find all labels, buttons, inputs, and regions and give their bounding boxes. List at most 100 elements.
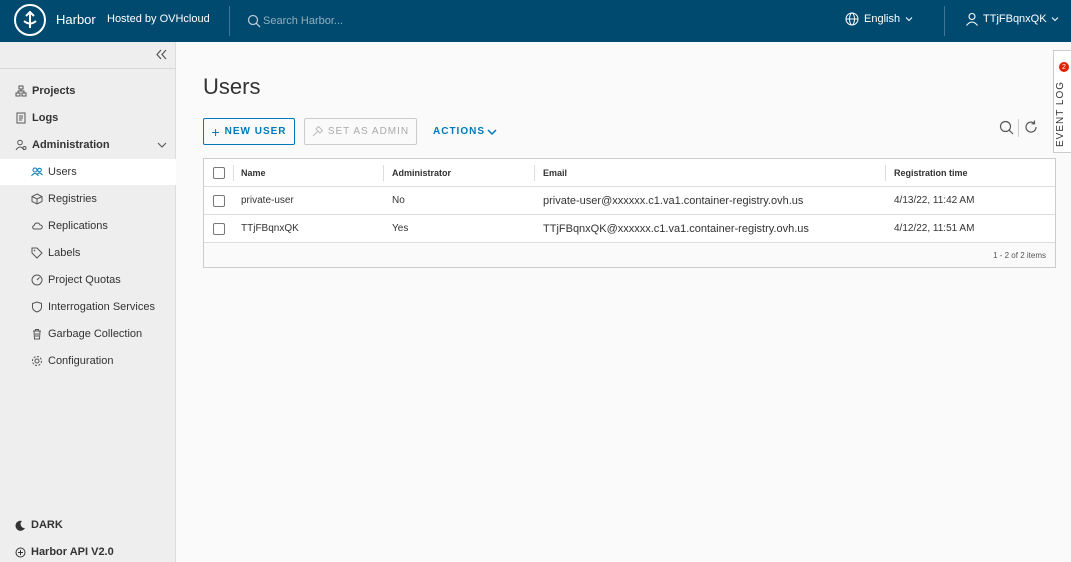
refresh-button[interactable] bbox=[1024, 120, 1038, 139]
cell-name: private-user bbox=[241, 195, 294, 206]
projects-icon bbox=[15, 85, 27, 97]
brand-name[interactable]: Harbor bbox=[56, 12, 96, 27]
column-header-name[interactable]: Name bbox=[241, 159, 266, 186]
search-input[interactable] bbox=[263, 15, 433, 27]
datagrid-footer: 1 - 2 of 2 items bbox=[204, 243, 1055, 267]
sidebar-item-administration[interactable]: Administration bbox=[0, 132, 176, 158]
sidebar-item-registries[interactable]: Registries bbox=[0, 186, 176, 212]
tag-icon bbox=[31, 247, 43, 259]
select-all-checkbox[interactable] bbox=[213, 159, 225, 186]
hammer-icon bbox=[312, 126, 323, 137]
set-as-admin-button[interactable]: SET AS ADMIN bbox=[304, 118, 417, 145]
collapse-sidebar-button[interactable] bbox=[156, 48, 167, 63]
sidebar-divider bbox=[0, 68, 176, 69]
search-icon bbox=[247, 14, 261, 28]
sidebar-item-label: Interrogation Services bbox=[48, 301, 155, 313]
new-user-label: NEW USER bbox=[224, 126, 287, 137]
sidebar-item-label: Configuration bbox=[48, 355, 114, 367]
table-row[interactable]: private-user No private-user@xxxxxx.c1.v… bbox=[204, 187, 1055, 215]
brand-subtitle: Hosted by OVHcloud bbox=[107, 13, 210, 25]
sidebar-item-label: Registries bbox=[48, 193, 97, 205]
sidebar-item-label: Replications bbox=[48, 220, 108, 232]
globe-icon bbox=[845, 12, 859, 26]
gear-icon bbox=[31, 355, 43, 367]
harbor-logo-icon bbox=[23, 10, 37, 28]
toolbar-divider bbox=[1018, 119, 1019, 137]
cell-name: TTjFBqnxQK bbox=[241, 223, 299, 234]
sidebar-item-configuration[interactable]: Configuration bbox=[0, 348, 176, 374]
double-chevron-left-icon bbox=[156, 49, 167, 60]
column-header-registration-time[interactable]: Registration time bbox=[894, 159, 968, 186]
sidebar-item-replications[interactable]: Replications bbox=[0, 213, 176, 239]
user-menu[interactable]: TTjFBqnxQK bbox=[965, 12, 1059, 26]
chevron-down-icon bbox=[487, 128, 497, 135]
language-selector[interactable]: English bbox=[845, 12, 913, 26]
chevron-down-icon bbox=[1051, 17, 1058, 22]
sidebar-item-label: Administration bbox=[32, 139, 110, 151]
header-divider bbox=[229, 6, 230, 36]
cloud-icon bbox=[31, 220, 43, 232]
api-icon bbox=[15, 547, 26, 557]
cell-registration-time: 4/13/22, 11:42 AM bbox=[894, 195, 975, 206]
event-count-badge: 2 bbox=[1059, 62, 1069, 72]
sidebar-item-logs[interactable]: Logs bbox=[0, 105, 176, 131]
page-title: Users bbox=[203, 74, 261, 99]
row-checkbox[interactable] bbox=[213, 215, 225, 242]
column-header-email[interactable]: Email bbox=[543, 159, 567, 186]
global-search[interactable] bbox=[247, 11, 447, 31]
cell-email: private-user@xxxxxx.c1.va1.container-reg… bbox=[543, 194, 804, 207]
users-datagrid: Name Administrator Email Registration ti… bbox=[203, 158, 1056, 268]
sidebar-item-label: Garbage Collection bbox=[48, 328, 143, 340]
actions-dropdown[interactable]: ACTIONS bbox=[430, 118, 500, 145]
column-divider bbox=[534, 165, 535, 181]
cell-administrator: Yes bbox=[392, 223, 409, 234]
sidebar-item-label: Users bbox=[48, 166, 77, 178]
dark-mode-toggle[interactable]: DARK bbox=[15, 519, 63, 531]
chevron-down-icon bbox=[157, 142, 167, 148]
cell-registration-time: 4/12/22, 11:51 AM bbox=[894, 223, 975, 234]
cell-email: TTjFBqnxQK@xxxxxx.c1.va1.container-regis… bbox=[543, 222, 809, 235]
actions-label: ACTIONS bbox=[433, 126, 485, 137]
dashboard-icon bbox=[31, 274, 43, 286]
sidebar-item-project-quotas[interactable]: Project Quotas bbox=[0, 267, 176, 293]
sidebar-item-projects[interactable]: Projects bbox=[0, 78, 176, 104]
table-header-row: Name Administrator Email Registration ti… bbox=[204, 159, 1055, 187]
sidebar-item-labels[interactable]: Labels bbox=[0, 240, 176, 266]
username-label: TTjFBqnxQK bbox=[983, 13, 1047, 25]
users-icon bbox=[31, 166, 43, 178]
sidebar-item-users[interactable]: Users bbox=[0, 159, 176, 185]
plus-icon: + bbox=[211, 123, 220, 140]
dark-mode-label: DARK bbox=[31, 519, 63, 531]
sidebar-item-garbage-collection[interactable]: Garbage Collection bbox=[0, 321, 176, 347]
table-row[interactable]: TTjFBqnxQK Yes TTjFBqnxQK@xxxxxx.c1.va1.… bbox=[204, 215, 1055, 243]
grid-search-button[interactable] bbox=[999, 120, 1014, 140]
moon-icon bbox=[15, 520, 25, 531]
sidebar-item-label: Project Quotas bbox=[48, 274, 121, 286]
shield-icon bbox=[31, 301, 43, 313]
harbor-logo[interactable] bbox=[14, 4, 46, 36]
event-log-tab[interactable]: 2 EVENT LOG bbox=[1053, 50, 1071, 153]
sidebar-item-interrogation-services[interactable]: Interrogation Services bbox=[0, 294, 176, 320]
app-header: Harbor Hosted by OVHcloud English TTjFBq… bbox=[0, 0, 1071, 42]
sidebar-item-label: Projects bbox=[32, 85, 76, 97]
new-user-button[interactable]: + NEW USER bbox=[203, 118, 295, 145]
api-link[interactable]: Harbor API V2.0 bbox=[15, 546, 114, 558]
search-icon bbox=[999, 120, 1014, 135]
trash-icon bbox=[31, 328, 43, 340]
sidebar-item-label: Logs bbox=[32, 112, 59, 124]
column-divider bbox=[233, 165, 234, 181]
set-as-admin-label: SET AS ADMIN bbox=[327, 126, 410, 137]
row-checkbox[interactable] bbox=[213, 187, 225, 214]
column-divider bbox=[383, 165, 384, 181]
user-icon bbox=[966, 12, 978, 26]
column-header-administrator[interactable]: Administrator bbox=[392, 159, 451, 186]
administrator-icon bbox=[15, 139, 27, 151]
api-label: Harbor API V2.0 bbox=[31, 546, 114, 558]
cell-administrator: No bbox=[392, 195, 405, 206]
pagination-summary: 1 - 2 of 2 items bbox=[993, 251, 1046, 260]
event-log-label: EVENT LOG bbox=[1055, 80, 1066, 147]
language-label: English bbox=[864, 13, 901, 25]
sidebar: Projects Logs Administration Users Regis… bbox=[0, 42, 176, 562]
logs-icon bbox=[15, 112, 27, 124]
column-divider bbox=[885, 165, 886, 181]
